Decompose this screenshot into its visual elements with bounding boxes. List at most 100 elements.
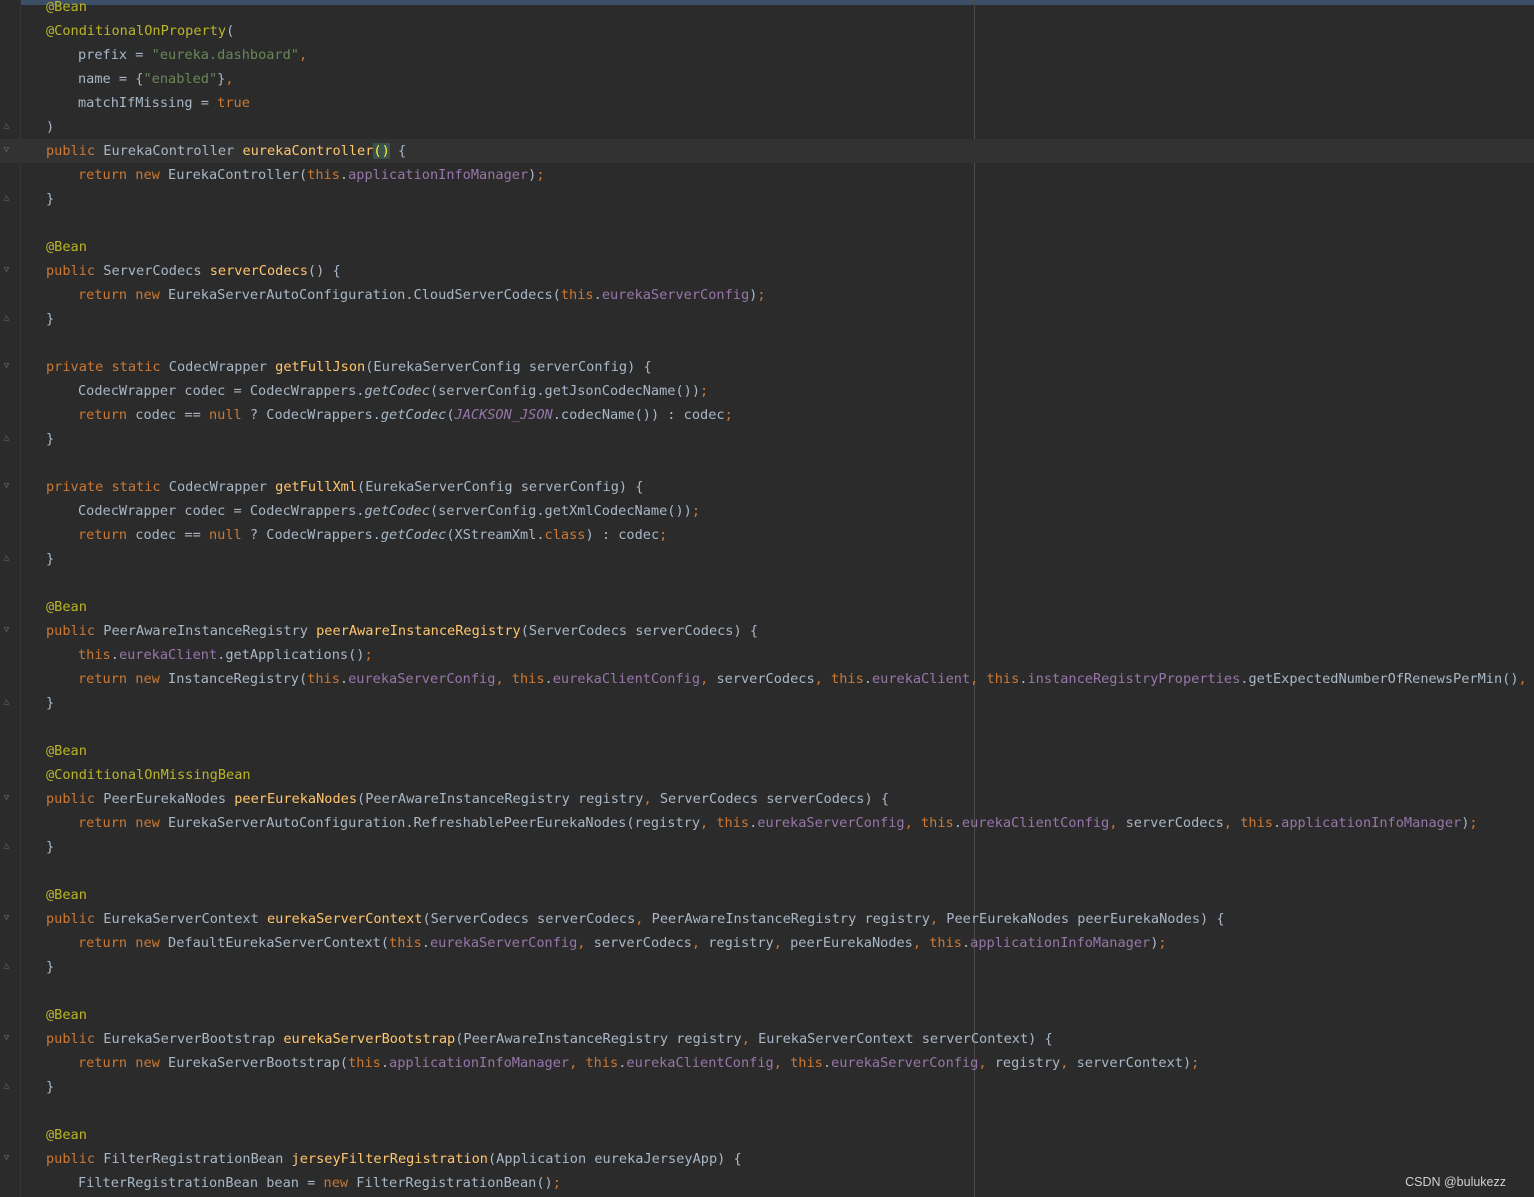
code-line[interactable]: @Bean [0, 739, 1534, 763]
code-token: , this [495, 671, 545, 687]
fold-arrow-icon[interactable] [2, 914, 11, 923]
fold-end-icon[interactable] [2, 554, 11, 563]
code-line[interactable]: public PeerAwareInstanceRegistry peerAwa… [0, 619, 1534, 643]
code-line[interactable]: @Bean [0, 883, 1534, 907]
code-line[interactable]: name = {"enabled"}, [0, 67, 1534, 91]
code-token: public [46, 911, 104, 927]
code-line[interactable] [0, 859, 1534, 883]
fold-end-icon[interactable] [2, 1082, 11, 1091]
code-token: CodecWrapper codec = CodecWrappers. [78, 503, 365, 519]
code-line[interactable]: @Bean [0, 1003, 1534, 1027]
code-token: ? CodecWrappers. [249, 407, 381, 423]
code-text: } [46, 427, 54, 451]
code-line[interactable]: return new EurekaServerAutoConfiguration… [0, 811, 1534, 835]
code-token: applicationInfoManager [389, 1055, 570, 1071]
code-line[interactable]: CodecWrapper codec = CodecWrappers.getCo… [0, 379, 1534, 403]
code-line[interactable] [0, 979, 1534, 1003]
code-line[interactable] [0, 1099, 1534, 1123]
fold-end-icon[interactable] [2, 122, 11, 131]
code-token: . [544, 671, 553, 687]
code-line[interactable]: return new EurekaServerBootstrap(this.ap… [0, 1051, 1534, 1075]
code-line[interactable]: CodecWrapper codec = CodecWrappers.getCo… [0, 499, 1534, 523]
code-text: } [46, 835, 54, 859]
code-token: EurekaController( [168, 167, 308, 183]
code-token: this [560, 287, 594, 303]
code-token: eurekaServerConfig [757, 815, 905, 831]
code-line[interactable]: } [0, 835, 1534, 859]
fold-arrow-icon[interactable] [2, 626, 11, 635]
code-text: return new EurekaServerBootstrap(this.ap… [78, 1051, 1199, 1075]
code-line[interactable]: @ConditionalOnMissingBean [0, 763, 1534, 787]
code-line[interactable]: public EurekaController eurekaController… [0, 139, 1534, 163]
code-line[interactable]: } [0, 187, 1534, 211]
code-line[interactable]: return new DefaultEurekaServerContext(th… [0, 931, 1534, 955]
fold-arrow-icon[interactable] [2, 1154, 11, 1163]
code-line[interactable] [0, 451, 1534, 475]
code-text: public FilterRegistrationBean jerseyFilt… [46, 1147, 742, 1171]
code-token: ) : codec [585, 527, 660, 543]
code-token: return new [78, 671, 169, 687]
code-line[interactable]: return codec == null ? CodecWrappers.get… [0, 523, 1534, 547]
fold-end-icon[interactable] [2, 434, 11, 443]
fold-end-icon[interactable] [2, 314, 11, 323]
fold-end-icon[interactable] [2, 962, 11, 971]
code-token: return new [78, 815, 169, 831]
fold-arrow-icon[interactable] [2, 482, 11, 491]
code-line[interactable]: @Bean [0, 1123, 1534, 1147]
code-line[interactable]: return new EurekaController(this.applica… [0, 163, 1534, 187]
code-line[interactable]: public FilterRegistrationBean jerseyFilt… [0, 1147, 1534, 1171]
code-line[interactable]: } [0, 307, 1534, 331]
code-line[interactable] [0, 331, 1534, 355]
code-token: public [46, 1151, 104, 1167]
code-line[interactable]: @Bean [0, 595, 1534, 619]
code-line[interactable]: prefix = "eureka.dashboard", [0, 43, 1534, 67]
fold-end-icon[interactable] [2, 194, 11, 203]
code-token: eurekaServerBootstrap [283, 1031, 456, 1047]
code-line[interactable]: } [0, 547, 1534, 571]
code-line[interactable]: private static CodecWrapper getFullJson(… [0, 355, 1534, 379]
fold-arrow-icon[interactable] [2, 362, 11, 371]
code-line[interactable]: @Bean [0, 0, 1534, 19]
code-line[interactable]: return new EurekaServerAutoConfiguration… [0, 283, 1534, 307]
code-line[interactable] [0, 715, 1534, 739]
code-line[interactable]: public EurekaServerContext eurekaServerC… [0, 907, 1534, 931]
code-line[interactable]: return new InstanceRegistry(this.eurekaS… [0, 667, 1534, 691]
code-text: return codec == null ? CodecWrappers.get… [78, 403, 733, 427]
code-token: eurekaServerConfig [348, 671, 496, 687]
code-line[interactable]: } [0, 1075, 1534, 1099]
code-line[interactable]: @Bean [0, 235, 1534, 259]
code-line[interactable]: FilterRegistrationBean bean = new Filter… [0, 1171, 1534, 1195]
code-token: , [635, 911, 652, 927]
code-line[interactable]: this.eurekaClient.getApplications(); [0, 643, 1534, 667]
code-line[interactable]: matchIfMissing = true [0, 91, 1534, 115]
code-line[interactable]: public ServerCodecs serverCodecs() { [0, 259, 1534, 283]
code-line[interactable]: } [0, 691, 1534, 715]
code-token: FilterRegistrationBean [103, 1151, 292, 1167]
fold-end-icon[interactable] [2, 698, 11, 707]
code-token: EurekaServerBootstrap( [168, 1055, 349, 1071]
code-token: PeerAwareInstanceRegistry registry [651, 911, 930, 927]
code-token: , this [912, 935, 962, 951]
code-line[interactable]: @ConditionalOnProperty( [0, 19, 1534, 43]
code-line[interactable]: public EurekaServerBootstrap eurekaServe… [0, 1027, 1534, 1051]
code-line[interactable]: } [0, 955, 1534, 979]
code-token: (PeerAwareInstanceRegistry registry [455, 1031, 742, 1047]
code-token: EurekaServerBootstrap [103, 1031, 284, 1047]
fold-end-icon[interactable] [2, 842, 11, 851]
fold-arrow-icon[interactable] [2, 266, 11, 275]
code-token: ; [691, 503, 701, 519]
fold-arrow-icon[interactable] [2, 794, 11, 803]
code-line[interactable] [0, 571, 1534, 595]
code-editor[interactable]: @Bean @ConditionalOnProperty(prefix = "eu… [0, 0, 1534, 1197]
code-line[interactable] [0, 211, 1534, 235]
code-line[interactable]: ) [0, 115, 1534, 139]
fold-arrow-icon[interactable] [2, 1034, 11, 1043]
code-token: ; [1191, 1055, 1200, 1071]
code-line[interactable]: public PeerEurekaNodes peerEurekaNodes(P… [0, 787, 1534, 811]
code-line[interactable]: } [0, 427, 1534, 451]
code-line[interactable]: private static CodecWrapper getFullXml(E… [0, 475, 1534, 499]
code-token: @Bean [46, 887, 87, 903]
code-token: @Bean [46, 0, 87, 15]
fold-arrow-icon[interactable] [2, 146, 11, 155]
code-line[interactable]: return codec == null ? CodecWrappers.get… [0, 403, 1534, 427]
